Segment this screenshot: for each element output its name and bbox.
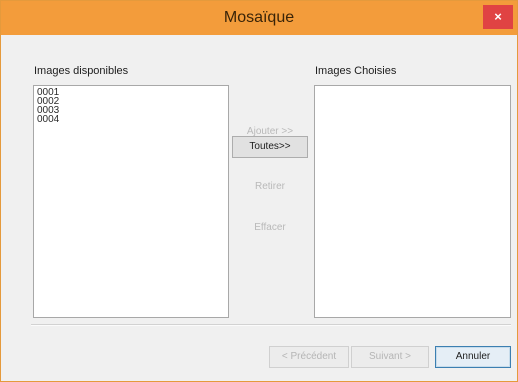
list-item[interactable]: 0003 [37,106,225,116]
close-icon: × [494,9,502,24]
remove-button[interactable]: Retirer [232,176,308,198]
previous-button[interactable]: < Précédent [269,346,349,368]
chosen-images-label: Images Choisies [315,65,397,77]
clear-button[interactable]: Effacer [232,217,308,239]
available-images-list[interactable]: 0001 0002 0003 0004 [33,85,229,318]
close-button[interactable]: × [483,5,513,29]
footer-divider [31,324,511,326]
list-item[interactable]: 0002 [37,97,225,107]
available-images-label: Images disponibles [34,65,129,77]
add-all-button[interactable]: Toutes>> [232,136,308,158]
dialog-title: Mosaïque [223,9,295,26]
cancel-button[interactable]: Annuler [435,346,511,368]
mosaique-dialog: Mosaïque × Images disponibles 0001 0002 … [0,0,518,382]
chosen-images-list[interactable] [314,85,511,318]
list-item[interactable]: 0001 [37,88,225,98]
list-item[interactable]: 0004 [37,115,225,125]
next-button[interactable]: Suivant > [351,346,429,368]
title-bar[interactable]: Mosaïque × [1,1,517,35]
